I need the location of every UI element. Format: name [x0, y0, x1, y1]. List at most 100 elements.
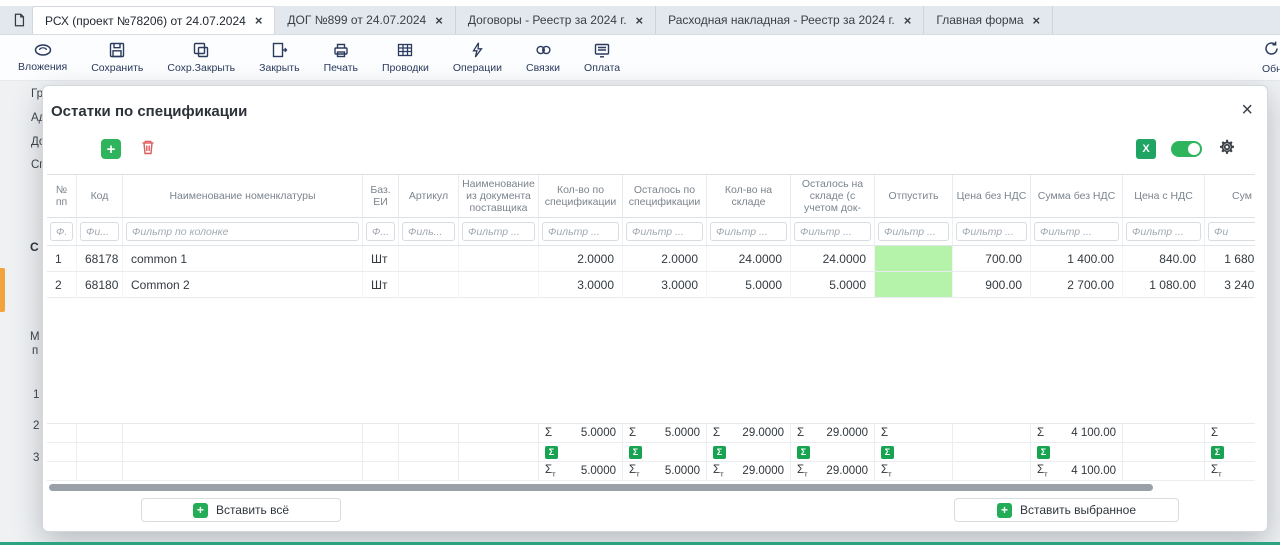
delete-row-button[interactable]	[137, 138, 159, 160]
cell-num[interactable]: 2	[47, 272, 77, 297]
tab-close-icon[interactable]: ×	[904, 13, 912, 28]
total-num	[47, 443, 77, 461]
tab-close-icon[interactable]: ×	[636, 13, 644, 28]
column-header-baseei[interactable]: Баз. ЕИ	[363, 175, 399, 217]
tab[interactable]: Расходная накладная - Реестр за 2024 г.×	[656, 6, 924, 34]
column-header-release[interactable]: Отпустить	[875, 175, 953, 217]
filter-input-name[interactable]	[126, 222, 359, 241]
filter-input-supplier_name[interactable]	[462, 222, 535, 241]
cell-name[interactable]: common 1	[123, 246, 363, 271]
toolbar-links-button[interactable]: Связки	[526, 41, 560, 74]
toolbar-print-button[interactable]: Печать	[324, 41, 358, 74]
cell-left_spec[interactable]: 3.0000	[623, 272, 707, 297]
toolbar-save-close-button[interactable]: Сохр.Закрыть	[167, 41, 235, 74]
toolbar-payment-button[interactable]: Оплата	[584, 41, 620, 74]
refresh-button[interactable]: Обн	[1262, 40, 1280, 75]
cell-left_spec[interactable]: 2.0000	[623, 246, 707, 271]
column-header-name[interactable]: Наименование номенклатуры	[123, 175, 363, 217]
cell-qty_stock[interactable]: 24.0000	[707, 246, 791, 271]
tab-close-icon[interactable]: ×	[435, 13, 443, 28]
cell-sum_no_vat[interactable]: 1 400.00	[1031, 246, 1123, 271]
column-header-qty_stock[interactable]: Кол-во на складе	[707, 175, 791, 217]
cell-sum_vat[interactable]: 3 240.00	[1205, 272, 1255, 297]
cell-supplier_name[interactable]	[459, 272, 539, 297]
cell-left_stock[interactable]: 5.0000	[791, 272, 875, 297]
cell-qty_spec[interactable]: 2.0000	[539, 246, 623, 271]
filter-cell	[539, 218, 623, 245]
cell-qty_spec[interactable]: 3.0000	[539, 272, 623, 297]
horizontal-scrollbar[interactable]	[49, 484, 1153, 491]
cell-left_stock[interactable]: 24.0000	[791, 246, 875, 271]
filter-input-sum_no_vat[interactable]	[1034, 222, 1119, 241]
filter-input-baseei[interactable]	[366, 222, 395, 241]
column-header-left_stock[interactable]: Осталось на складе (с учетом док-	[791, 175, 875, 217]
filter-input-release[interactable]	[878, 222, 949, 241]
toolbar-operations-button[interactable]: Операции	[453, 41, 502, 74]
cell-release[interactable]	[875, 272, 953, 297]
totals-row: Σ5.0000Σ5.0000Σ29.0000Σ29.0000ΣΣ4 100.00…	[47, 424, 1255, 443]
cell-release[interactable]	[875, 246, 953, 271]
table-row[interactable]: 168178common 1Шт2.00002.000024.000024.00…	[47, 246, 1255, 272]
toolbar-item-label: Печать	[324, 62, 358, 74]
tab[interactable]: Договоры - Реестр за 2024 г.×	[456, 6, 656, 34]
filter-cell	[459, 218, 539, 245]
column-header-qty_spec[interactable]: Кол-во по спецификации	[539, 175, 623, 217]
filter-cell	[77, 218, 123, 245]
tab[interactable]: РСХ (проект №78206) от 24.07.2024×	[32, 6, 275, 34]
filter-input-sum_vat[interactable]	[1208, 222, 1255, 241]
filter-input-left_stock[interactable]	[794, 222, 871, 241]
cell-article[interactable]	[399, 272, 459, 297]
filter-input-article[interactable]	[402, 222, 455, 241]
tab-close-icon[interactable]: ×	[1033, 13, 1041, 28]
settings-button[interactable]	[1217, 139, 1237, 159]
cell-price_vat[interactable]: 840.00	[1123, 246, 1205, 271]
column-header-price_no_vat[interactable]: Цена без НДС	[953, 175, 1031, 217]
filter-input-price_vat[interactable]	[1126, 222, 1201, 241]
toolbar-attachment-button[interactable]: Вложения	[18, 42, 67, 73]
tab[interactable]: Главная форма×	[924, 6, 1053, 34]
toolbar-postings-button[interactable]: Проводки	[382, 41, 429, 74]
cell-code[interactable]: 68180	[77, 272, 123, 297]
filter-input-qty_spec[interactable]	[542, 222, 619, 241]
cell-price_no_vat[interactable]: 900.00	[953, 272, 1031, 297]
add-row-button[interactable]: +	[101, 139, 121, 159]
toggle-switch[interactable]	[1171, 141, 1202, 157]
column-header-supplier_name[interactable]: Наименование из документа поставщика	[459, 175, 539, 217]
tab-close-icon[interactable]: ×	[255, 13, 263, 28]
cell-baseei[interactable]: Шт	[363, 272, 399, 297]
cell-price_no_vat[interactable]: 700.00	[953, 246, 1031, 271]
excel-export-button[interactable]: X	[1136, 139, 1156, 159]
cell-sum_vat[interactable]: 1 680.00	[1205, 246, 1255, 271]
table-row[interactable]: 268180Common 2Шт3.00003.00005.00005.0000…	[47, 272, 1255, 298]
filter-input-num[interactable]	[50, 222, 73, 241]
column-header-article[interactable]: Артикул	[399, 175, 459, 217]
filter-cell	[875, 218, 953, 245]
side-panel-handle-icon[interactable]	[0, 268, 5, 312]
cell-num[interactable]: 1	[47, 246, 77, 271]
column-header-num[interactable]: № пп	[47, 175, 77, 217]
column-header-sum_no_vat[interactable]: Сумма без НДС	[1031, 175, 1123, 217]
cell-baseei[interactable]: Шт	[363, 246, 399, 271]
column-header-sum_vat[interactable]: Сум	[1205, 175, 1255, 217]
cell-qty_stock[interactable]: 5.0000	[707, 272, 791, 297]
cell-article[interactable]	[399, 246, 459, 271]
filter-input-code[interactable]	[80, 222, 119, 241]
column-header-price_vat[interactable]: Цена с НДС	[1123, 175, 1205, 217]
toolbar-save-button[interactable]: Сохранить	[91, 41, 143, 74]
tab[interactable]: ДОГ №899 от 24.07.2024×	[275, 6, 455, 34]
filter-input-left_spec[interactable]	[626, 222, 703, 241]
cell-price_vat[interactable]: 1 080.00	[1123, 272, 1205, 297]
cell-sum_no_vat[interactable]: 2 700.00	[1031, 272, 1123, 297]
document-icon[interactable]	[6, 6, 32, 34]
toolbar-close-doc-button[interactable]: Закрыть	[259, 41, 299, 74]
column-header-left_spec[interactable]: Осталось по спецификации	[623, 175, 707, 217]
cell-supplier_name[interactable]	[459, 246, 539, 271]
cell-name[interactable]: Common 2	[123, 272, 363, 297]
column-header-code[interactable]: Код	[77, 175, 123, 217]
insert-all-button[interactable]: + Вставить всё	[141, 498, 341, 522]
filter-input-qty_stock[interactable]	[710, 222, 787, 241]
cell-code[interactable]: 68178	[77, 246, 123, 271]
insert-selected-button[interactable]: + Вставить выбранное	[954, 498, 1179, 522]
close-icon[interactable]: ×	[1241, 100, 1253, 120]
filter-input-price_no_vat[interactable]	[956, 222, 1027, 241]
